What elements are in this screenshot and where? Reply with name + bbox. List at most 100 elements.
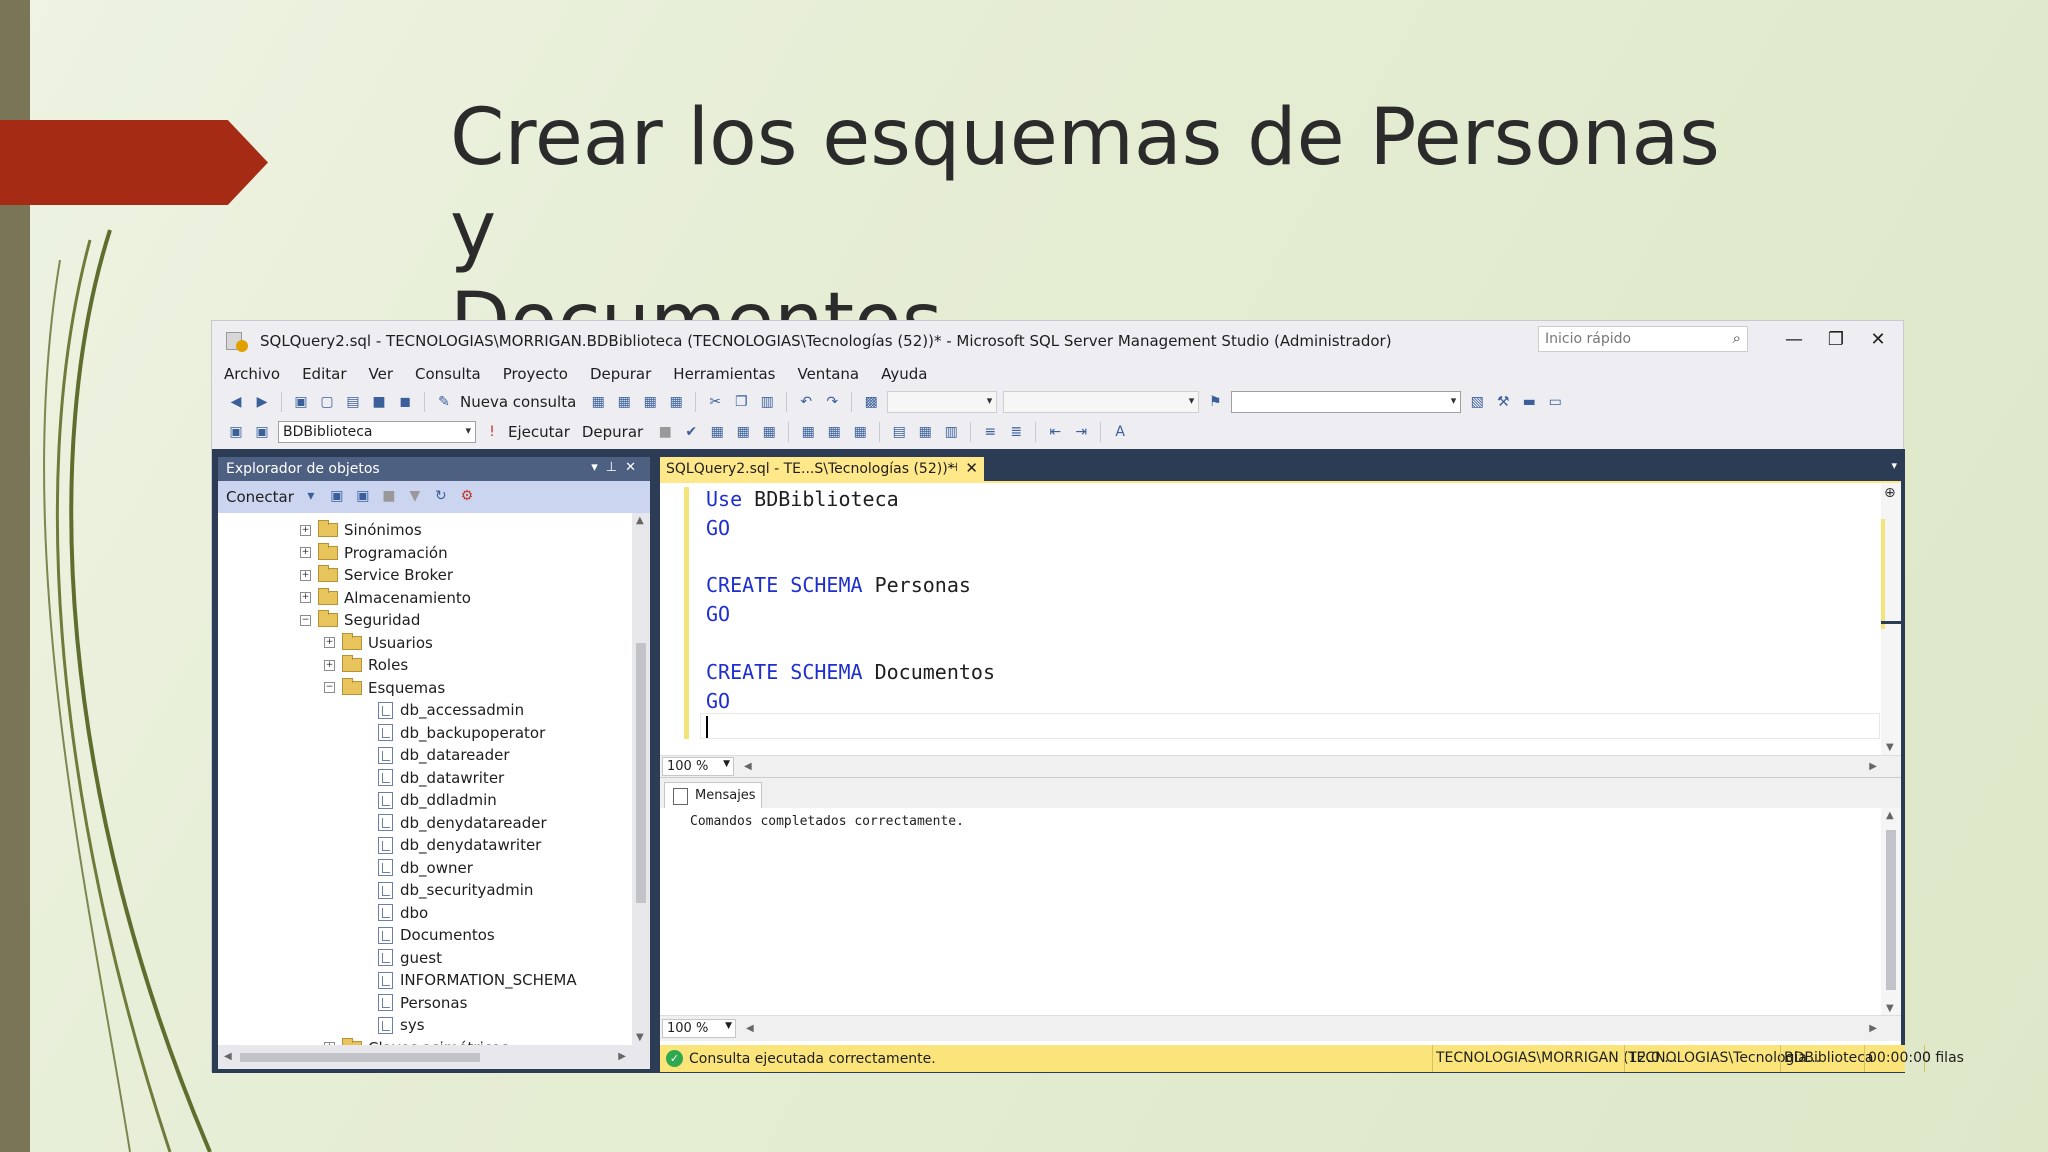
results-zoom-select[interactable]: 100 % ▼ (662, 1019, 736, 1038)
scroll-left-icon[interactable]: ◀ (744, 761, 752, 772)
database-select[interactable]: BDBiblioteca ▾ (278, 421, 476, 443)
chevron-down-icon[interactable]: ▾ (302, 488, 320, 506)
tree-folder-item[interactable]: + Usuarios (324, 632, 433, 654)
toolbox-icon[interactable]: ▬ (1519, 392, 1539, 412)
back-icon[interactable]: ◀ (226, 392, 246, 412)
expand-icon[interactable]: + (300, 569, 311, 581)
menu-consulta[interactable]: Consulta (415, 365, 481, 383)
scroll-right-icon[interactable]: ▶ (1869, 1023, 1877, 1034)
refresh-icon[interactable]: ↻ (432, 488, 450, 506)
tree-folder-item[interactable]: +Claves asimétricas (324, 1037, 509, 1045)
display-plan-icon[interactable]: ▦ (707, 422, 727, 442)
sql-code[interactable]: Use BDBiblioteca GO CREATE SCHEMA Personas… (706, 485, 995, 715)
scroll-thumb[interactable] (636, 643, 646, 903)
connect-icon[interactable]: ▣ (226, 422, 246, 442)
uncomment-icon[interactable]: ≣ (1006, 422, 1026, 442)
editor-zoom-select[interactable]: 100 % ▼ (662, 757, 734, 776)
scroll-up-icon[interactable]: ▲ (636, 515, 644, 526)
tree-schema-item[interactable]: guest (378, 947, 442, 969)
expand-icon[interactable]: + (300, 547, 311, 558)
expand-icon[interactable]: + (300, 524, 311, 536)
tree-schema-item[interactable]: db_accessadmin (378, 699, 524, 721)
activity-icon[interactable]: ⚙ (458, 488, 476, 506)
tree-schema-item[interactable]: sys (378, 1014, 425, 1036)
tree-schema-item[interactable]: INFORMATION_SCHEMA (378, 969, 577, 991)
menu-herramientas[interactable]: Herramientas (673, 365, 775, 383)
editor-vertical-scrollbar[interactable]: ⊕ ▼ (1881, 483, 1901, 757)
new-query-icon[interactable]: ✎ (434, 392, 454, 412)
tree-schema-item[interactable]: db_datareader (378, 744, 510, 766)
messages-pane[interactable]: Comandos completados correctamente. ▲ ▼ (660, 808, 1901, 1046)
menu-ventana[interactable]: Ventana (797, 365, 859, 383)
scroll-up-icon[interactable]: ▲ (1886, 810, 1894, 821)
tools-icon[interactable]: ⚒ (1493, 392, 1513, 412)
pin-icon[interactable]: ⊣ (948, 460, 958, 474)
tree-schema-item[interactable]: Documentos (378, 924, 495, 946)
parse-icon[interactable]: ✔ (681, 422, 701, 442)
tree-schema-item[interactable]: db_securityadmin (378, 879, 533, 901)
mdx-query-icon[interactable]: ▦ (640, 392, 660, 412)
disconnect-icon[interactable]: ▣ (252, 422, 272, 442)
filter-icon[interactable]: ▼ (406, 488, 424, 506)
open-file-icon[interactable]: ▤ (343, 392, 363, 412)
cancel-query-icon[interactable]: ■ (655, 422, 675, 442)
connect-server-icon[interactable]: ▣ (328, 488, 346, 506)
results-to-text-icon[interactable]: ▤ (889, 422, 909, 442)
scroll-down-icon[interactable]: ▼ (1886, 1003, 1894, 1014)
scroll-left-icon[interactable]: ◀ (224, 1051, 232, 1062)
client-stats-icon[interactable]: ▦ (850, 422, 870, 442)
expand-icon[interactable]: + (300, 592, 311, 603)
decrease-indent-icon[interactable]: ⇤ (1045, 422, 1065, 442)
tab-mensajes[interactable]: Mensajes (664, 782, 762, 808)
minimize-button[interactable]: — (1773, 329, 1815, 350)
query-editor[interactable]: Use BDBiblioteca GO CREATE SCHEMA Personas… (660, 481, 1901, 757)
object-explorer-horizontal-scrollbar[interactable]: ◀ ▶ (218, 1045, 650, 1069)
window-layout-icon[interactable]: ▭ (1545, 392, 1565, 412)
analysis-query-icon[interactable]: ▦ (614, 392, 634, 412)
scroll-thumb[interactable] (240, 1053, 480, 1062)
connect-button[interactable]: Conectar (226, 488, 294, 506)
query-designer-icon[interactable]: ▦ (733, 422, 753, 442)
copy-icon[interactable]: ❐ (731, 392, 751, 412)
split-icon[interactable]: ⊕ (1884, 485, 1896, 501)
save-icon[interactable]: ■ (369, 392, 389, 412)
expand-icon[interactable]: + (324, 637, 335, 648)
increase-indent-icon[interactable]: ⇥ (1071, 422, 1091, 442)
tab-list-dropdown-icon[interactable]: ▾ (1891, 459, 1897, 472)
restore-button[interactable]: ❐ (1815, 329, 1857, 350)
collapse-icon[interactable]: − (300, 614, 311, 626)
debug-button[interactable]: Depurar (582, 423, 643, 441)
collapse-icon[interactable]: − (324, 682, 335, 693)
tree-schema-item[interactable]: db_ddladmin (378, 789, 497, 811)
undo-icon[interactable]: ↶ (796, 392, 816, 412)
find-icon[interactable]: ⚑ (1205, 392, 1225, 412)
scroll-left-icon[interactable]: ◀ (746, 1023, 754, 1034)
menu-editar[interactable]: Editar (302, 365, 346, 383)
scroll-right-icon[interactable]: ▶ (618, 1051, 626, 1062)
query-options-icon[interactable]: ▦ (759, 422, 779, 442)
scroll-down-icon[interactable]: ▼ (1886, 742, 1894, 753)
include-plan-icon[interactable]: ▦ (824, 422, 844, 442)
tree-schema-item[interactable]: dbo (378, 902, 428, 924)
tree-folder-item[interactable]: − Seguridad (300, 609, 420, 631)
tree-schema-item[interactable]: Personas (378, 992, 467, 1014)
menu-depurar[interactable]: Depurar (590, 365, 651, 383)
menu-proyecto[interactable]: Proyecto (503, 365, 568, 383)
quick-launch-input[interactable]: Inicio rápido ⌕ (1538, 326, 1748, 352)
scroll-right-icon[interactable]: ▶ (1869, 761, 1877, 772)
panel-controls[interactable]: ▾⊥✕ (591, 460, 644, 475)
results-to-file-icon[interactable]: ▥ (941, 422, 961, 442)
menu-ver[interactable]: Ver (369, 365, 394, 383)
comment-icon[interactable]: ≡ (980, 422, 1000, 442)
add-item-icon[interactable]: ▢ (317, 392, 337, 412)
tree-folder-item[interactable]: − Esquemas (324, 677, 445, 699)
tree-schema-item[interactable]: db_datawriter (378, 767, 504, 789)
tree-folder-item[interactable]: + Sinónimos (300, 519, 422, 541)
tree-schema-item[interactable]: db_denydatareader (378, 812, 547, 834)
expand-icon[interactable]: + (324, 659, 335, 671)
properties-icon[interactable]: ▧ (1467, 392, 1487, 412)
new-project-icon[interactable]: ▣ (291, 392, 311, 412)
close-tab-icon[interactable]: ✕ (965, 459, 978, 477)
tree-folder-item[interactable]: + Service Broker (300, 564, 453, 586)
new-query-button[interactable]: Nueva consulta (460, 393, 576, 411)
